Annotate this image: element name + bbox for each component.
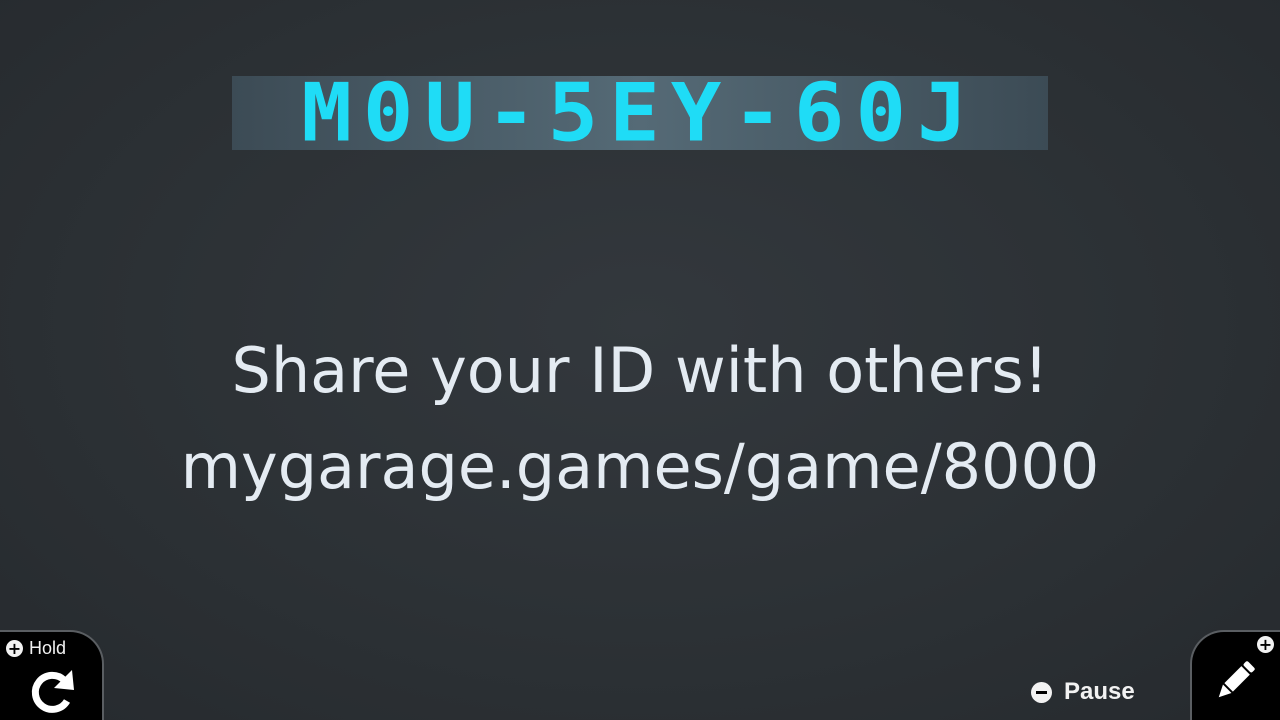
pencil-icon — [1218, 661, 1255, 698]
hold-button[interactable]: + Hold — [0, 630, 104, 720]
plus-button-icon: + — [6, 639, 23, 658]
share-url: mygarage.games/game/8000 — [180, 430, 1100, 503]
game-id-banner: M0U-5EY-60J — [232, 76, 1048, 150]
edit-button[interactable]: + — [1190, 630, 1280, 720]
pause-label: Pause — [1064, 678, 1135, 705]
rotate-icon — [31, 670, 74, 713]
minus-button-icon — [1031, 681, 1052, 703]
hold-label: Hold — [29, 638, 67, 658]
pause-button[interactable]: Pause — [1031, 678, 1135, 705]
share-message: Share your ID with others! — [231, 334, 1049, 407]
plus-button-icon: + — [1257, 635, 1274, 654]
game-id-code: M0U-5EY-60J — [301, 76, 979, 150]
